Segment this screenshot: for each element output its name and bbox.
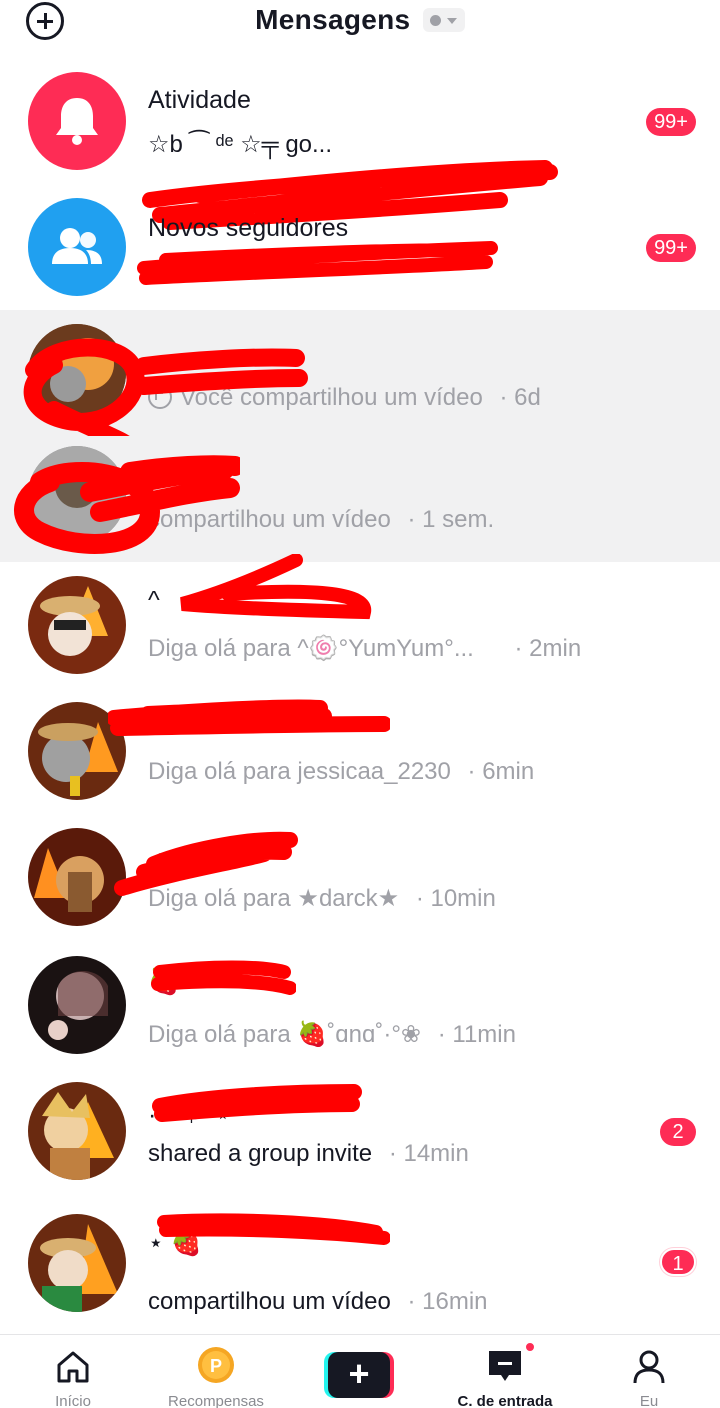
activity-avatar	[28, 72, 126, 170]
redaction-scribble	[114, 831, 298, 896]
home-icon	[57, 1351, 89, 1383]
header: Mensagens	[0, 0, 720, 48]
redaction-scribble	[108, 699, 390, 736]
bell-icon	[56, 98, 98, 145]
create-button[interactable]: +	[324, 1352, 394, 1398]
unread-badge: 2	[660, 1118, 696, 1146]
rewards-coin-icon: P	[198, 1347, 234, 1383]
chevron-down-icon	[446, 18, 457, 24]
row-name: Atividade	[148, 86, 251, 114]
list-item-chat[interactable]: ★ Diga olá para ★darck★ · 10min	[0, 814, 720, 940]
list-item-chat[interactable]: ⋆ 🍓 compartilhou um vídeo · 16min 1	[0, 1204, 720, 1332]
row-subtitle: ☆b ⁀ ᵈᵉ ☆╤ go...	[148, 131, 333, 158]
list-item-chat[interactable]: compartilhou um vídeo · 1 sem.	[0, 436, 720, 562]
nav-profile-label: Eu	[639, 1393, 659, 1408]
avatar	[28, 956, 126, 1054]
list-item-chat[interactable]: Você compartilhou um vídeo · 6d	[0, 310, 720, 459]
redaction-scribble	[180, 554, 372, 620]
nav-inbox-label: C. de entrada	[457, 1393, 553, 1408]
svg-text:P: P	[210, 1356, 222, 1376]
avatar	[28, 576, 126, 674]
status-dropdown[interactable]	[422, 8, 465, 32]
avatar	[28, 1214, 126, 1312]
row-subtitle: Diga olá para 🍓˚ɑnɑ˚·°❀ · 11min	[148, 1021, 516, 1048]
nav-rewards[interactable]: P Recompensas	[146, 1335, 286, 1408]
bottom-nav: Início P Recompensas + C. de entrada Eu	[0, 1334, 720, 1408]
list-item-chat[interactable]: 🍓 Diga olá para 🍓˚ɑnɑ˚·°❀ · 11min	[0, 940, 720, 1080]
list-item-activity[interactable]: Atividade ☆b ⁀ ᵈᵉ ☆╤ go... 99+	[0, 62, 720, 230]
list-item-chat[interactable]: · ᵗⁿ ₊ °⋆ shared a group invite · 14min …	[0, 1080, 720, 1204]
users-icon	[52, 228, 102, 264]
nav-home-label: Início	[55, 1393, 91, 1408]
redaction-scribble	[152, 1084, 362, 1122]
followers-avatar	[28, 198, 126, 296]
inbox-icon	[489, 1351, 521, 1381]
nav-rewards-label: Recompensas	[168, 1393, 264, 1408]
plus-icon: +	[328, 1352, 390, 1398]
status-dot-icon	[429, 15, 441, 26]
row-subtitle: compartilhou um vídeo · 16min	[148, 1288, 488, 1315]
unread-badge: 99+	[646, 108, 696, 136]
list-item-chat[interactable]: ^ Diga olá para ^🍥°YumYum°... · 2min	[0, 554, 720, 688]
list-item-new-followers[interactable]: Novos seguidores Kel te. 99+	[0, 186, 720, 310]
row-subtitle: Diga olá para jessicaa_2230 · 6min	[148, 758, 535, 785]
nav-create[interactable]: +	[286, 1335, 432, 1408]
page-title: Mensagens	[255, 4, 411, 35]
row-name: ^	[148, 586, 160, 614]
redaction-scribble	[157, 1213, 390, 1245]
row-subtitle: Diga olá para ^🍥°YumYum°... · 2min	[148, 635, 582, 662]
unread-badge: 1	[660, 1248, 696, 1276]
avatar	[28, 1082, 126, 1180]
title-wrap: Mensagens	[0, 4, 720, 36]
nav-inbox[interactable]: C. de entrada	[432, 1335, 578, 1408]
list-item-chat[interactable]: Diga olá para jessicaa_2230 · 6min	[0, 688, 720, 814]
notification-dot	[524, 1341, 536, 1353]
nav-home[interactable]: Início	[0, 1335, 146, 1408]
nav-profile[interactable]: Eu	[578, 1335, 720, 1408]
row-subtitle: shared a group invite · 14min	[148, 1140, 469, 1167]
unread-badge: 99+	[646, 234, 696, 262]
avatar	[28, 828, 126, 926]
redaction-scribble	[14, 455, 240, 554]
redaction-scribble	[151, 960, 296, 995]
profile-icon	[633, 1350, 665, 1384]
redaction-scribble	[137, 241, 498, 285]
